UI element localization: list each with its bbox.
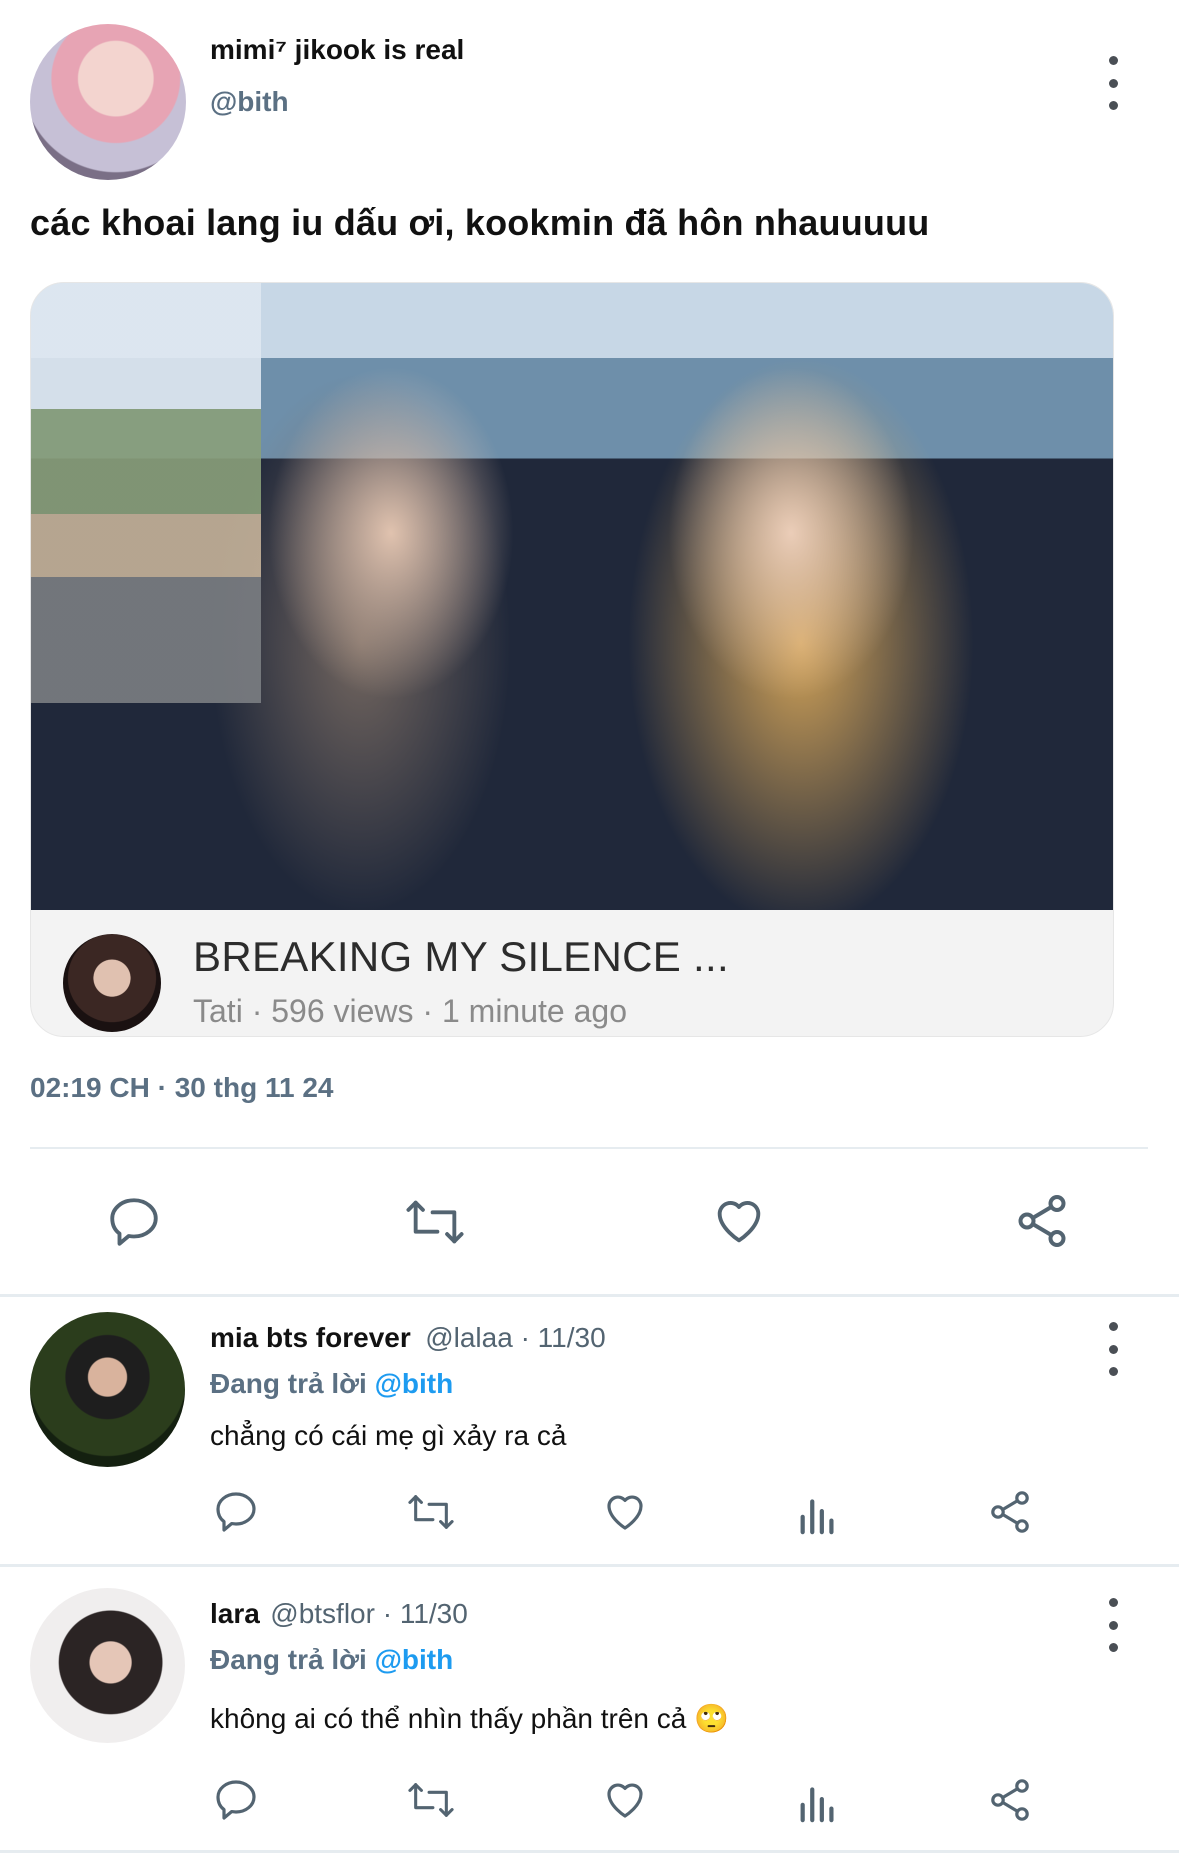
replying-to-mention[interactable]: @bith	[375, 1644, 454, 1675]
replying-to-label: Đang trả lời	[210, 1368, 367, 1399]
analytics-icon[interactable]	[796, 1778, 840, 1824]
like-icon[interactable]	[601, 1488, 649, 1536]
more-options-icon[interactable]	[1104, 1322, 1122, 1376]
retweet-icon[interactable]	[402, 1193, 468, 1251]
replying-to-label: Đang trả lời	[210, 1644, 367, 1675]
share-icon[interactable]	[986, 1488, 1034, 1536]
reply-text: chẳng có cái mẹ gì xảy ra cả	[210, 1420, 567, 1451]
channel-avatar	[63, 934, 161, 1032]
more-options-icon[interactable]	[1104, 56, 1122, 110]
like-icon[interactable]	[709, 1192, 769, 1250]
reply-header: lara @btsflor · 11/30	[210, 1598, 468, 1630]
reply-icon[interactable]	[105, 1193, 163, 1251]
retweet-icon[interactable]	[404, 1777, 458, 1823]
video-meta: Tati · 596 views · 1 minute ago	[193, 993, 627, 1029]
more-options-icon[interactable]	[1104, 1598, 1122, 1652]
divider	[0, 1564, 1179, 1567]
replying-to-mention[interactable]: @bith	[375, 1368, 454, 1399]
reply-icon[interactable]	[212, 1488, 260, 1536]
reply-handle-date[interactable]: @lalaa · 11/30	[425, 1322, 605, 1353]
reply-author-name[interactable]: lara	[210, 1598, 260, 1629]
replying-to: Đang trả lời @bith	[210, 1368, 453, 1400]
divider	[30, 1147, 1148, 1149]
reply-avatar[interactable]	[30, 1588, 185, 1743]
reply-avatar[interactable]	[30, 1312, 185, 1467]
author-handle[interactable]: @bith	[210, 86, 289, 118]
reply-text: không ai có thể nhìn thấy phần trên cả 🙄	[210, 1703, 729, 1734]
share-icon[interactable]	[986, 1776, 1034, 1824]
reply-handle-date[interactable]: @btsflor · 11/30	[270, 1598, 468, 1629]
reply-header: mia bts forever @lalaa · 11/30	[210, 1322, 606, 1354]
reply-author-name[interactable]: mia bts forever	[210, 1322, 411, 1353]
author-name[interactable]: mimi⁷ jikook is real	[210, 34, 464, 66]
tweet-text: các khoai lang iu dấu ơi, kookmin đã hôn…	[30, 202, 930, 243]
thumbnail-window-scene	[31, 283, 261, 703]
replying-to: Đang trả lời @bith	[210, 1644, 453, 1676]
video-title: BREAKING MY SILENCE ...	[193, 933, 729, 980]
analytics-icon[interactable]	[796, 1490, 840, 1536]
retweet-icon[interactable]	[404, 1489, 458, 1535]
reply-icon[interactable]	[212, 1776, 260, 1824]
divider	[0, 1850, 1179, 1853]
video-card[interactable]: BREAKING MY SILENCE ... Tati · 596 views…	[30, 282, 1114, 1037]
author-avatar[interactable]	[30, 24, 186, 180]
share-icon[interactable]	[1012, 1191, 1072, 1251]
divider	[0, 1294, 1179, 1297]
tweet-timestamp[interactable]: 02:19 CH · 30 thg 11 24	[30, 1072, 333, 1104]
like-icon[interactable]	[601, 1776, 649, 1824]
